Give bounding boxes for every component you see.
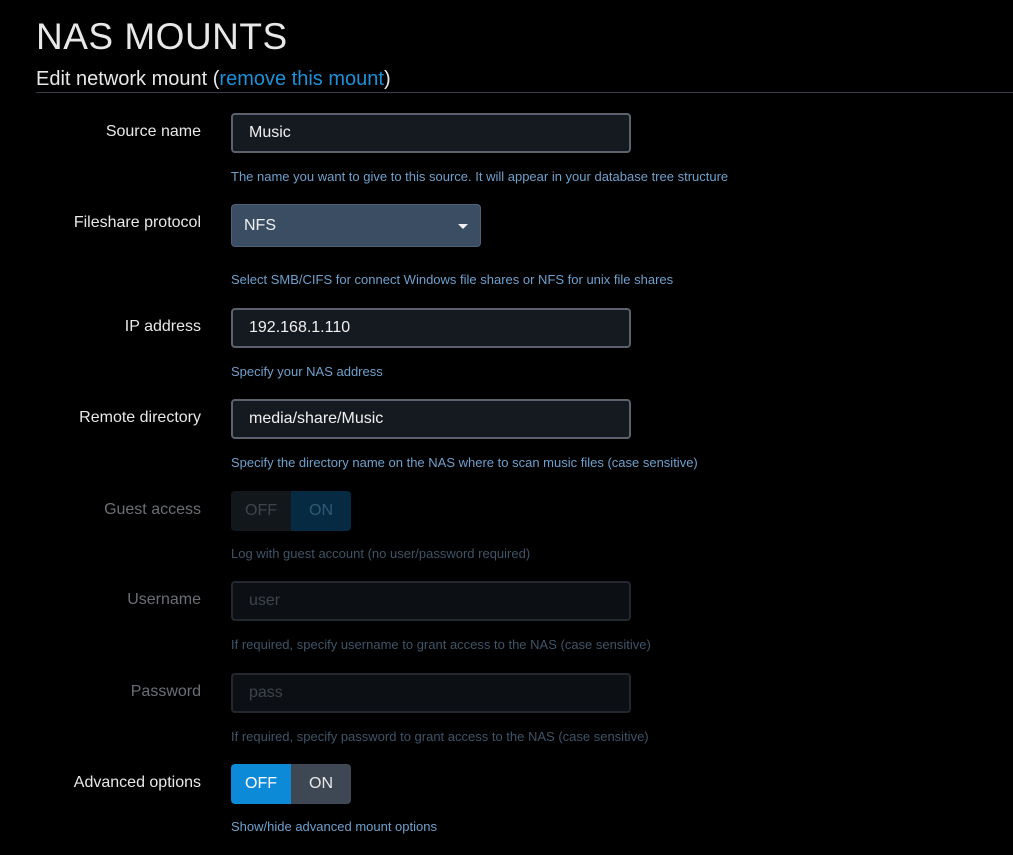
section-title-suffix: ): [383, 68, 391, 90]
guest-access-on-option[interactable]: ON: [291, 491, 351, 531]
remove-mount-link[interactable]: remove this mount: [219, 68, 384, 90]
password-label: Password: [130, 683, 201, 700]
ip-address-label: IP address: [124, 318, 201, 335]
guest-access-help: Log with guest account (no user/password…: [231, 546, 531, 561]
guest-access-toggle[interactable]: OFF ON: [231, 491, 351, 531]
advanced-options-on-option[interactable]: ON: [291, 764, 351, 804]
ip-address-help: Specify your NAS address: [231, 364, 383, 379]
protocol-selected-value: NFS: [244, 217, 276, 234]
protocol-select[interactable]: NFS: [231, 204, 481, 247]
advanced-options-help: Show/hide advanced mount options: [231, 819, 437, 834]
source-name-label: Source name: [105, 123, 201, 140]
guest-access-label: Guest access: [104, 501, 201, 518]
password-input[interactable]: [231, 673, 631, 713]
guest-access-off-option[interactable]: OFF: [231, 491, 291, 531]
page-title: NAS MOUNTS: [36, 16, 288, 57]
password-help: If required, specify password to grant a…: [231, 729, 649, 744]
remote-directory-help: Specify the directory name on the NAS wh…: [231, 455, 698, 470]
ip-address-input[interactable]: [231, 308, 631, 348]
protocol-label: Fileshare protocol: [73, 214, 201, 231]
advanced-options-off-option[interactable]: OFF: [231, 764, 291, 804]
source-name-input[interactable]: [231, 113, 631, 153]
remote-directory-label: Remote directory: [79, 409, 201, 426]
username-input[interactable]: [231, 581, 631, 621]
source-name-help: The name you want to give to this source…: [231, 169, 729, 184]
username-help: If required, specify username to grant a…: [231, 637, 651, 652]
chevron-down-icon: [458, 224, 468, 229]
section-header: Edit network mount (remove this mount): [36, 66, 1013, 93]
advanced-options-label: Advanced options: [73, 774, 201, 791]
protocol-help: Select SMB/CIFS for connect Windows file…: [231, 272, 674, 287]
username-label: Username: [127, 591, 201, 608]
remote-directory-input[interactable]: [231, 399, 631, 439]
advanced-options-toggle[interactable]: OFF ON: [231, 764, 351, 804]
section-title-prefix: Edit network mount (: [36, 68, 220, 90]
